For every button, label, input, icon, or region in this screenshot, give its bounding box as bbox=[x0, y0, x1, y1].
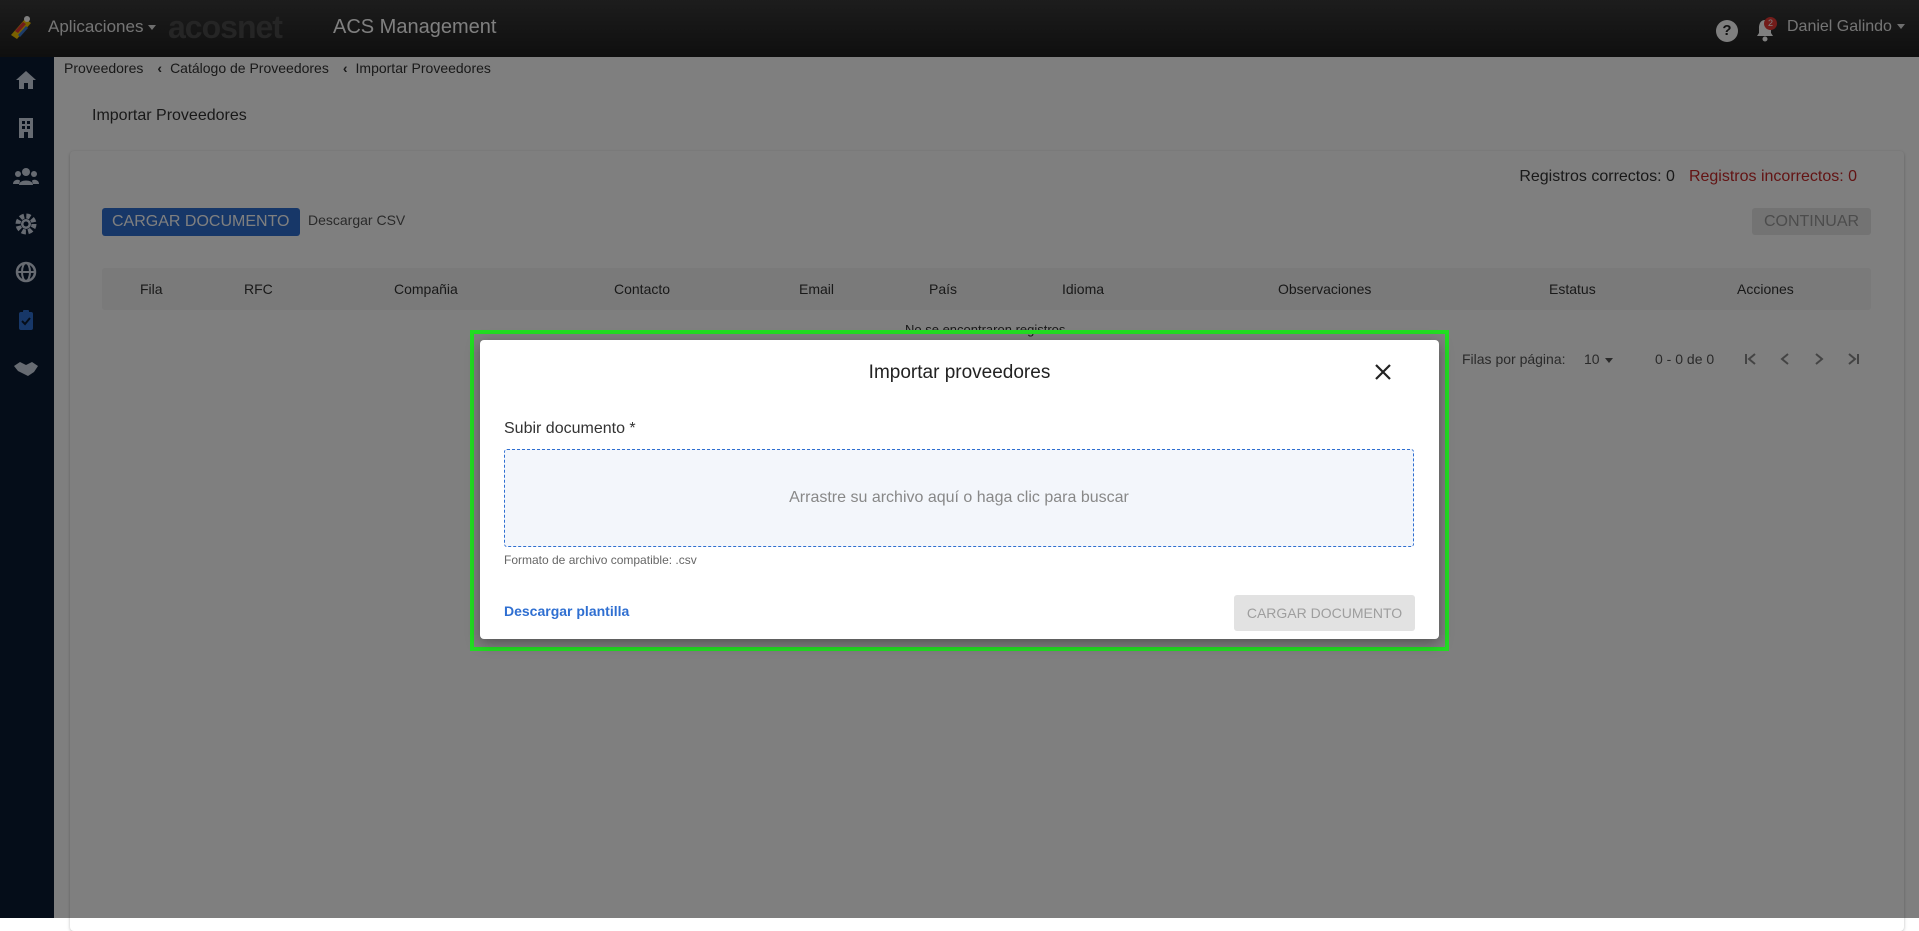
close-icon[interactable] bbox=[1373, 362, 1393, 382]
download-template-link[interactable]: Descargar plantilla bbox=[504, 603, 629, 619]
dialog-title: Importar proveedores bbox=[868, 362, 1051, 383]
import-dialog: Importar proveedores Subir documento * A… bbox=[480, 340, 1439, 639]
upload-field-label: Subir documento * bbox=[504, 420, 636, 437]
file-format-hint: Formato de archivo compatible: .csv bbox=[504, 553, 697, 567]
dialog-upload-button[interactable]: CARGAR DOCUMENTO bbox=[1234, 595, 1415, 631]
file-dropzone[interactable]: Arrastre su archivo aquí o haga clic par… bbox=[504, 449, 1414, 547]
